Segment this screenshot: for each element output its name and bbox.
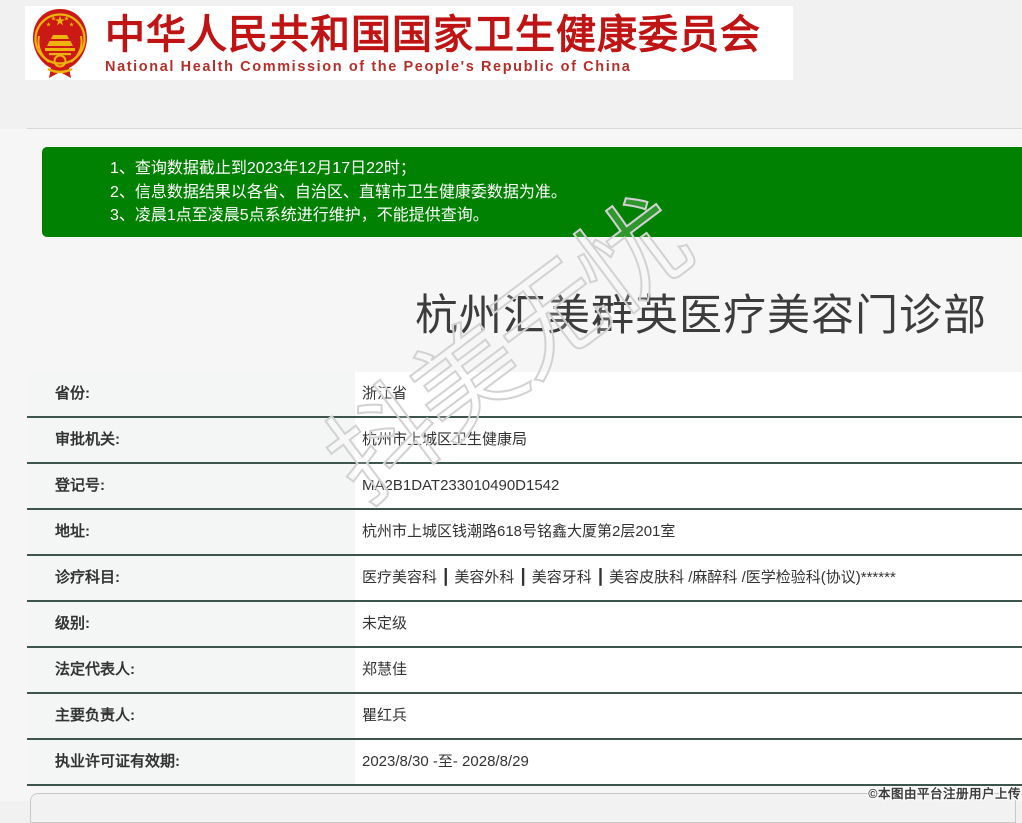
field-label: 主要负责人:: [27, 694, 355, 738]
field-label: 执业许可证有效期:: [27, 740, 355, 784]
institution-table: 省份: 浙江省 审批机关: 杭州市上城区卫生健康局 登记号: MA2B1DAT2…: [27, 372, 1022, 786]
photo-credit-watermark: ©本图由平台注册用户上传: [868, 787, 1021, 801]
field-value: 浙江省: [355, 372, 1022, 416]
institution-name-title: 杭州汇美群英医疗美容门诊部: [415, 292, 987, 340]
field-value: 2023/8/30 -至- 2028/8/29: [355, 740, 1022, 784]
prc-national-emblem-icon: [33, 9, 87, 78]
table-row: 级别: 未定级: [27, 602, 1022, 648]
table-row: 执业许可证有效期: 2023/8/30 -至- 2028/8/29: [27, 740, 1022, 786]
field-label: 级别:: [27, 602, 355, 646]
field-value: 杭州市上城区钱潮路618号铭鑫大厦第2层201室: [355, 510, 1022, 554]
table-row: 法定代表人: 郑慧佳: [27, 648, 1022, 694]
field-label: 登记号:: [27, 464, 355, 508]
table-row: 诊疗科目: 医疗美容科 ┃ 美容外科 ┃ 美容牙科 ┃ 美容皮肤科 /麻醉科 /…: [27, 556, 1022, 602]
site-title-en: National Health Commission of the People…: [105, 58, 632, 75]
field-value: 郑慧佳: [355, 648, 1022, 692]
notice-line-2: 2、信息数据结果以各省、自治区、直辖市卫生健康委数据为准。: [110, 183, 567, 201]
field-label: 省份:: [27, 372, 355, 416]
field-value: MA2B1DAT233010490D1542: [355, 464, 1022, 508]
field-label: 法定代表人:: [27, 648, 355, 692]
field-value: 未定级: [355, 602, 1022, 646]
table-row: 登记号: MA2B1DAT233010490D1542: [27, 464, 1022, 510]
table-row: 审批机关: 杭州市上城区卫生健康局: [27, 418, 1022, 464]
table-row: 主要负责人: 瞿红兵: [27, 694, 1022, 740]
table-row: 地址: 杭州市上城区钱潮路618号铭鑫大厦第2层201室: [27, 510, 1022, 556]
field-value: 杭州市上城区卫生健康局: [355, 418, 1022, 462]
field-value: 瞿红兵: [355, 694, 1022, 738]
table-row: 省份: 浙江省: [27, 372, 1022, 418]
field-label: 审批机关:: [27, 418, 355, 462]
site-header: 中华人民共和国国家卫生健康委员会 National Health Commiss…: [25, 6, 793, 80]
field-label: 诊疗科目:: [27, 556, 355, 600]
field-label: 地址:: [27, 510, 355, 554]
query-notice-box: 1、查询数据截止到2023年12月17日22时； 2、信息数据结果以各省、自治区…: [42, 147, 1022, 237]
notice-line-3: 3、凌晨1点至凌晨5点系统进行维护，不能提供查询。: [110, 207, 489, 224]
field-value: 医疗美容科 ┃ 美容外科 ┃ 美容牙科 ┃ 美容皮肤科 /麻醉科 /医学检验科(…: [355, 556, 1022, 600]
notice-line-1: 1、查询数据截止到2023年12月17日22时；: [110, 160, 416, 177]
site-title-cn: 中华人民共和国国家卫生健康委员会: [105, 12, 761, 57]
